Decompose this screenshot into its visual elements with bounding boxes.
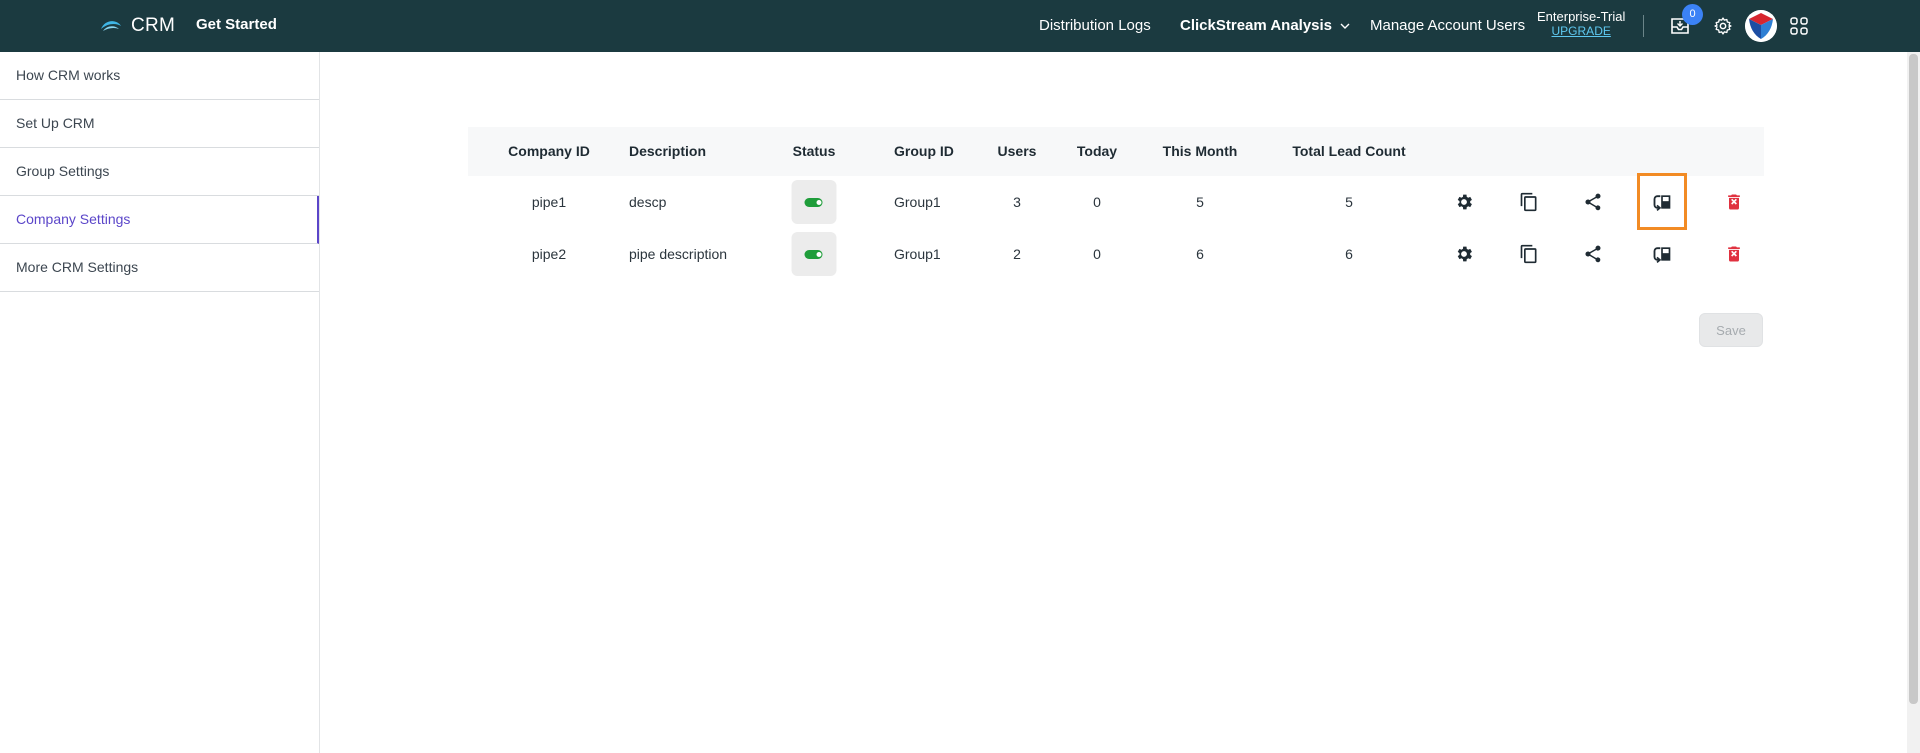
status-toggle[interactable] — [791, 180, 837, 224]
table-header: Company ID Description Status Group ID U… — [468, 127, 1764, 176]
cell-description: descp — [629, 194, 667, 210]
cell-group-id: Group1 — [894, 246, 941, 262]
reassign-icon[interactable] — [1652, 192, 1672, 212]
copy-icon[interactable] — [1519, 192, 1539, 212]
scrollbar-thumb[interactable] — [1909, 54, 1918, 704]
avatar[interactable] — [1745, 10, 1777, 42]
cell-today: 0 — [1093, 194, 1101, 210]
column-users: Users — [997, 143, 1037, 159]
brand-name: CRM — [131, 15, 176, 36]
nav-clickstream-label: ClickStream Analysis — [1180, 17, 1333, 34]
cell-today: 0 — [1093, 246, 1101, 262]
apps-grid-icon[interactable] — [1789, 16, 1809, 36]
sidebar-item-set-up-crm[interactable]: Set Up CRM — [0, 100, 319, 148]
reassign-icon[interactable] — [1652, 244, 1672, 264]
crm-logo-icon — [101, 21, 121, 31]
get-started-link[interactable]: Get Started — [196, 16, 277, 33]
notification-badge: 0 — [1682, 4, 1703, 25]
column-status: Status — [792, 143, 836, 159]
nav-clickstream-analysis[interactable]: ClickStream Analysis — [1180, 17, 1350, 34]
delete-icon[interactable] — [1724, 192, 1744, 212]
sidebar-item-how-crm-works[interactable]: How CRM works — [0, 52, 319, 100]
cell-description: pipe description — [629, 246, 728, 262]
cell-this-month: 6 — [1196, 246, 1204, 262]
sidebar-item-group-settings[interactable]: Group Settings — [0, 148, 319, 196]
company-table: Company ID Description Status Group ID U… — [468, 127, 1764, 280]
plan-info: Enterprise-Trial UPGRADE — [1537, 9, 1625, 39]
status-toggle[interactable] — [791, 232, 837, 276]
column-group-id: Group ID — [894, 143, 954, 159]
brand[interactable]: CRM — [99, 14, 175, 38]
toggle-switch — [804, 198, 823, 207]
toggle-switch — [804, 250, 823, 259]
settings-icon[interactable] — [1454, 244, 1474, 264]
column-today: Today — [1076, 143, 1118, 159]
column-this-month: This Month — [1162, 143, 1238, 159]
cell-this-month: 5 — [1196, 194, 1204, 210]
nav-manage-account-users[interactable]: Manage Account Users — [1370, 17, 1525, 34]
cell-company-id: pipe2 — [531, 246, 567, 262]
column-total-lead-count: Total Lead Count — [1292, 143, 1406, 159]
cell-total-lead-count: 5 — [1345, 194, 1353, 210]
nav-distribution-logs[interactable]: Distribution Logs — [1039, 17, 1151, 34]
cell-group-id: Group1 — [894, 194, 941, 210]
cell-users: 2 — [1013, 246, 1021, 262]
gear-icon[interactable] — [1713, 16, 1733, 36]
cell-total-lead-count: 6 — [1345, 246, 1353, 262]
table-row: pipe2 pipe description Group1 2 0 6 6 — [468, 228, 1764, 280]
scrollbar[interactable] — [1907, 52, 1920, 753]
divider — [1643, 15, 1644, 37]
plan-tier: Enterprise-Trial — [1537, 9, 1626, 24]
copy-icon[interactable] — [1519, 244, 1539, 264]
column-company-id: Company ID — [508, 143, 590, 159]
delete-icon[interactable] — [1724, 244, 1744, 264]
column-description: Description — [629, 143, 707, 159]
chevron-down-icon — [1340, 23, 1350, 29]
sidebar: How CRM works Set Up CRM Group Settings … — [0, 52, 320, 753]
table-row: pipe1 descp Group1 3 0 5 5 — [468, 173, 1764, 230]
settings-icon[interactable] — [1454, 192, 1474, 212]
upgrade-link[interactable]: UPGRADE — [1537, 24, 1625, 39]
avatar-logo-icon — [1745, 10, 1777, 42]
cell-company-id: pipe1 — [531, 194, 567, 210]
share-icon[interactable] — [1583, 192, 1603, 212]
share-icon[interactable] — [1583, 244, 1603, 264]
sidebar-item-company-settings[interactable]: Company Settings — [0, 196, 319, 244]
sidebar-item-more-crm-settings[interactable]: More CRM Settings — [0, 244, 319, 292]
cell-users: 3 — [1013, 194, 1021, 210]
save-button[interactable]: Save — [1699, 313, 1763, 347]
top-navigation-bar: CRM Get Started Distribution Logs ClickS… — [0, 0, 1920, 52]
